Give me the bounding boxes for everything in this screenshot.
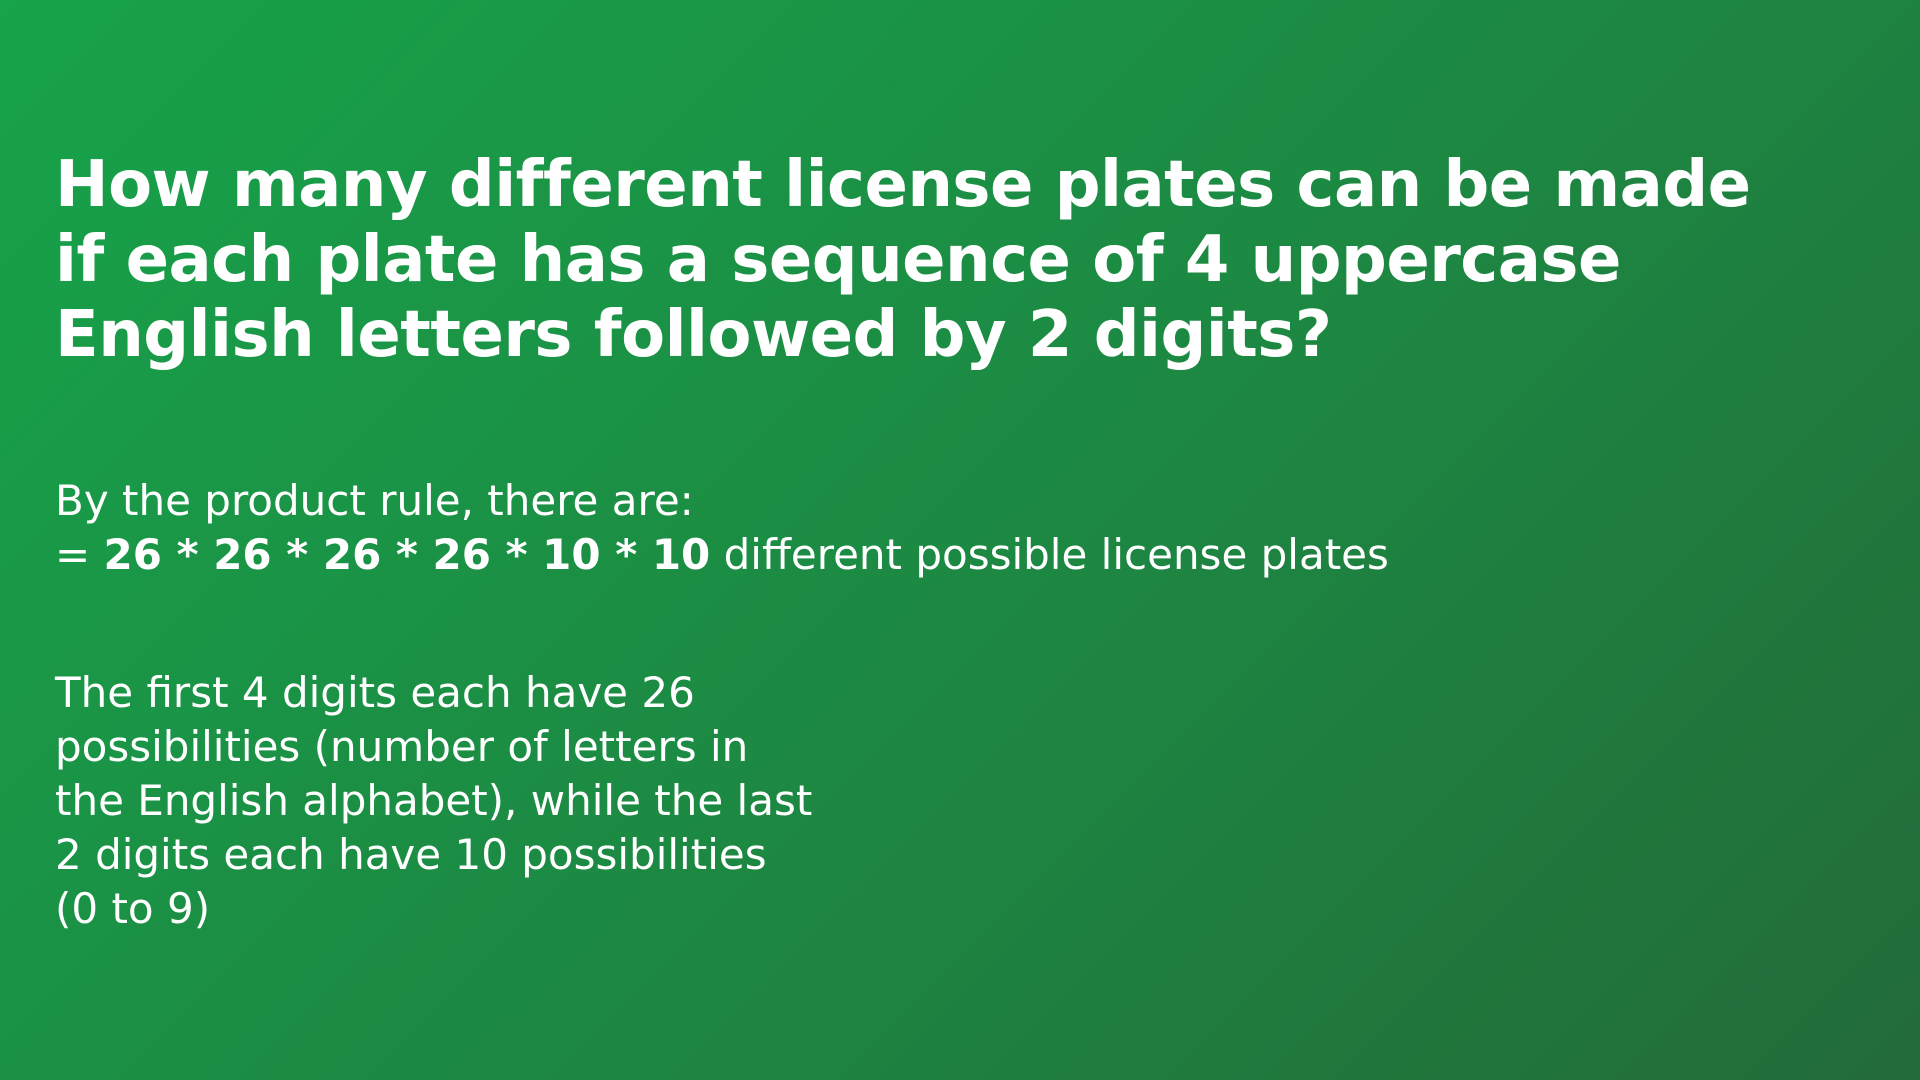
- answer-intro: By the product rule, there are:: [55, 476, 694, 525]
- product-expression: 26 * 26 * 26 * 26 * 10 * 10: [103, 530, 711, 579]
- slide: How many different license plates can be…: [55, 0, 1865, 1080]
- equals-sign: =: [55, 530, 104, 579]
- question-heading: How many different license plates can be…: [55, 148, 1751, 372]
- answer-formula-line: = 26 * 26 * 26 * 26 * 10 * 10 different …: [55, 528, 1815, 582]
- answer-block: By the product rule, there are: = 26 * 2…: [55, 474, 1815, 582]
- answer-suffix: different possible license plates: [710, 530, 1389, 579]
- explanation-text: The first 4 digits each have 26 possibil…: [55, 668, 813, 933]
